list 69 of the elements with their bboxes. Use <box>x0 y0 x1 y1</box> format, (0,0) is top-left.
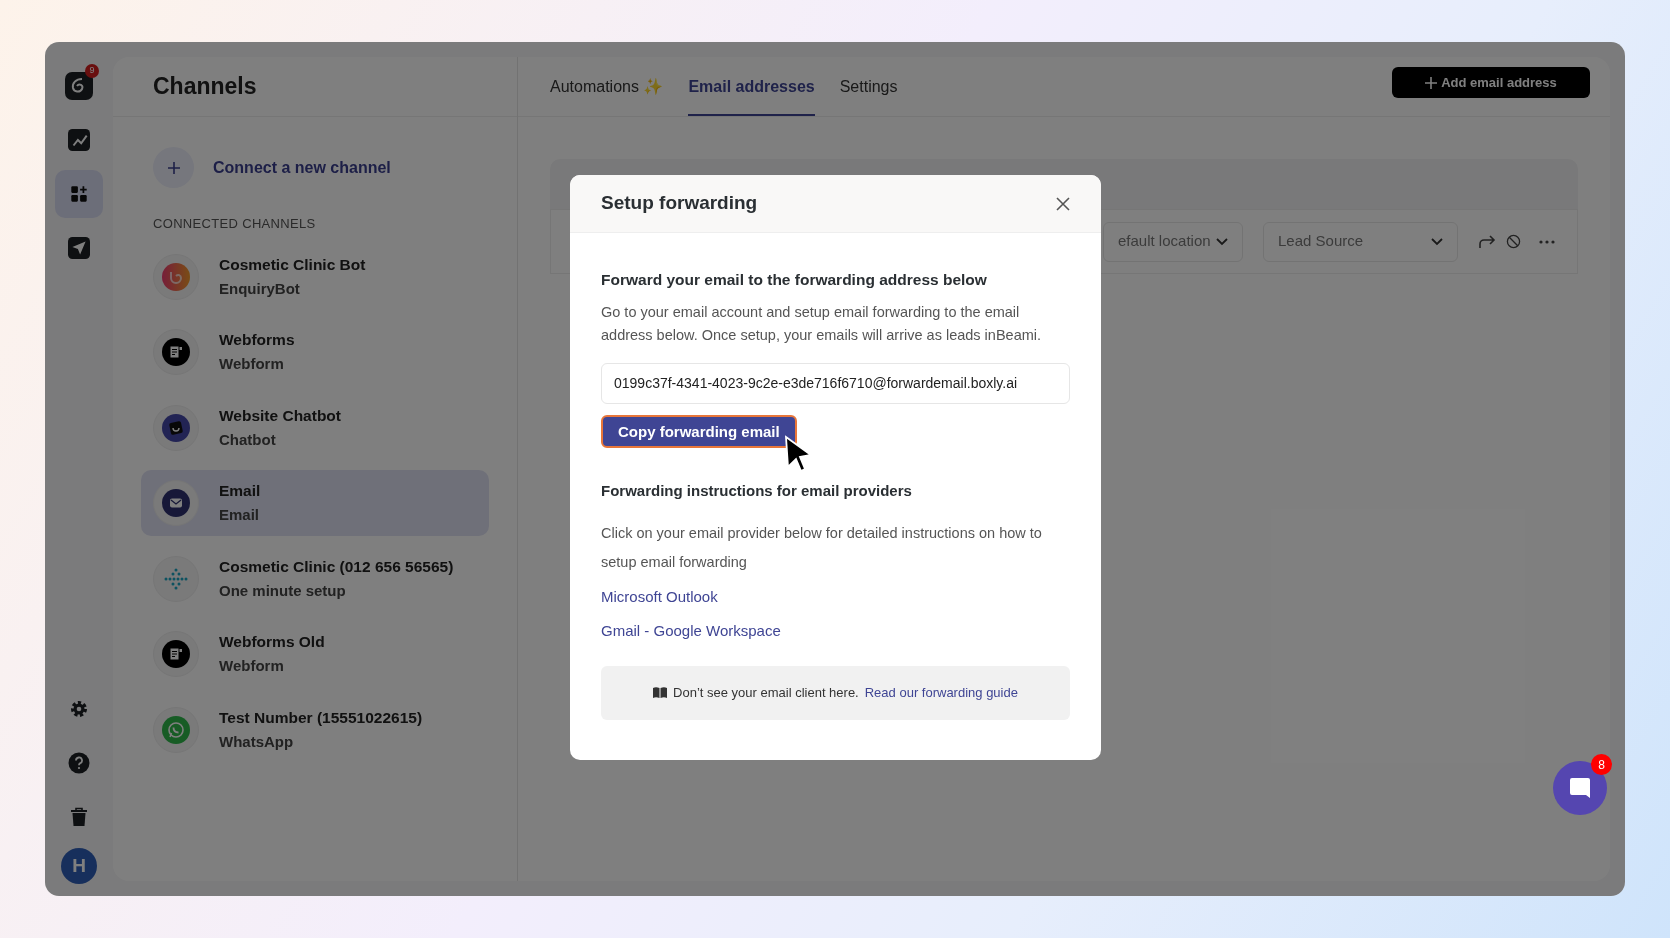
guide-link[interactable]: Read our forwarding guide <box>864 683 1018 703</box>
section-heading: Forwarding instructions for email providers <box>601 481 913 502</box>
channel-type: WhatsApp <box>219 731 295 752</box>
provider-link[interactable]: Microsoft Outlook <box>601 584 718 608</box>
tab[interactable]: Settings <box>839 57 898 116</box>
user-avatar[interactable]: H <box>61 848 97 884</box>
plus-icon[interactable] <box>153 147 194 188</box>
chart-icon <box>68 129 90 151</box>
instructions-text: Click on your email provider below for detailed instructions on how to setup email forwarding <box>601 523 1043 572</box>
description-text: Go to your email account and setup email forwarding to the email address below. Once setup, your emails will arrive as leads inBeami. <box>601 303 1043 346</box>
channel-item[interactable]: Email Email <box>141 470 489 536</box>
channel-item[interactable]: Cosmetic Clinic (012 656 56565) One minute setup <box>141 545 489 612</box>
channel-type: One minute setup <box>219 580 347 601</box>
add-email-button[interactable]: Add email address <box>1392 67 1590 98</box>
channel-name: Cosmetic Clinic (012 656 56565) <box>219 556 454 577</box>
page-title: Channels <box>153 72 257 102</box>
settings-icon[interactable] <box>69 699 89 719</box>
provider-link[interactable]: Gmail - Google Workspace <box>601 618 781 642</box>
channel-item[interactable]: Cosmetic Clinic Bot EnquiryBot <box>141 243 489 310</box>
dropdown[interactable]: efault location <box>1103 221 1243 262</box>
apps-icon <box>68 183 90 205</box>
notification-badge: 9 <box>85 64 99 78</box>
connect-channel-link[interactable]: Connect a new channel <box>213 155 391 180</box>
chevron-down-icon <box>1431 237 1443 246</box>
send-icon <box>68 237 90 259</box>
plus-icon <box>1425 76 1438 89</box>
rail-button[interactable] <box>55 170 103 218</box>
channel-name: Email <box>219 481 261 502</box>
channel-name: Cosmetic Clinic Bot <box>219 254 366 275</box>
chatbot-icon <box>162 413 190 442</box>
whatsapp-icon <box>162 715 190 744</box>
dot-grid-icon <box>164 566 188 591</box>
copy-button[interactable]: Copy forwarding email <box>601 415 797 449</box>
channel-name: Webforms Old <box>219 632 325 653</box>
book-icon <box>653 687 668 699</box>
channel-name: Website Chatbot <box>219 405 341 426</box>
dropdown[interactable]: Lead Source <box>1263 221 1458 262</box>
more-icon[interactable] <box>1539 239 1555 244</box>
channel-type: Email <box>219 505 261 526</box>
bot-icon <box>162 262 190 291</box>
trash-icon[interactable] <box>70 807 88 827</box>
modal-title: Setup forwarding <box>601 191 758 216</box>
form-icon <box>162 640 190 668</box>
chat-bubble-icon <box>1568 776 1592 800</box>
channel-item[interactable]: Website Chatbot Chatbot <box>141 394 489 461</box>
email-icon <box>162 489 190 517</box>
channel-name: Webforms <box>219 330 295 351</box>
tab[interactable]: Automations ✨ <box>550 57 664 116</box>
channel-type: Webform <box>219 656 285 677</box>
app-logo <box>65 72 93 100</box>
channel-type: Chatbot <box>219 429 277 450</box>
email-address-field[interactable]: 0199c37f-4341-4023-9c2e-e3de716f6710@forwardemail.boxly.ai <box>601 363 1070 405</box>
channel-item[interactable]: Webforms Webform <box>141 319 489 385</box>
form-icon <box>162 338 190 366</box>
channel-item[interactable]: Test Number (15551022615) WhatsApp <box>141 696 489 763</box>
help-icon[interactable] <box>68 752 90 774</box>
tab[interactable]: Email addresses <box>688 57 815 116</box>
section-label: CONNECTED CHANNELS <box>153 215 317 233</box>
chevron-down-icon <box>1216 237 1228 246</box>
channel-item[interactable]: Webforms Old Webform <box>141 621 489 687</box>
channel-name: Test Number (15551022615) <box>219 707 423 728</box>
block-icon[interactable] <box>1506 234 1521 249</box>
channel-type: EnquiryBot <box>219 278 301 299</box>
forward-icon[interactable] <box>1478 233 1496 250</box>
close-icon[interactable] <box>1056 196 1070 211</box>
rail-button[interactable]: 9 <box>55 62 103 110</box>
section-heading: Forward your email to the forwarding address below <box>601 270 988 290</box>
note-text: Don’t see your email client here. <box>673 684 859 702</box>
channel-type: Webform <box>219 354 285 375</box>
